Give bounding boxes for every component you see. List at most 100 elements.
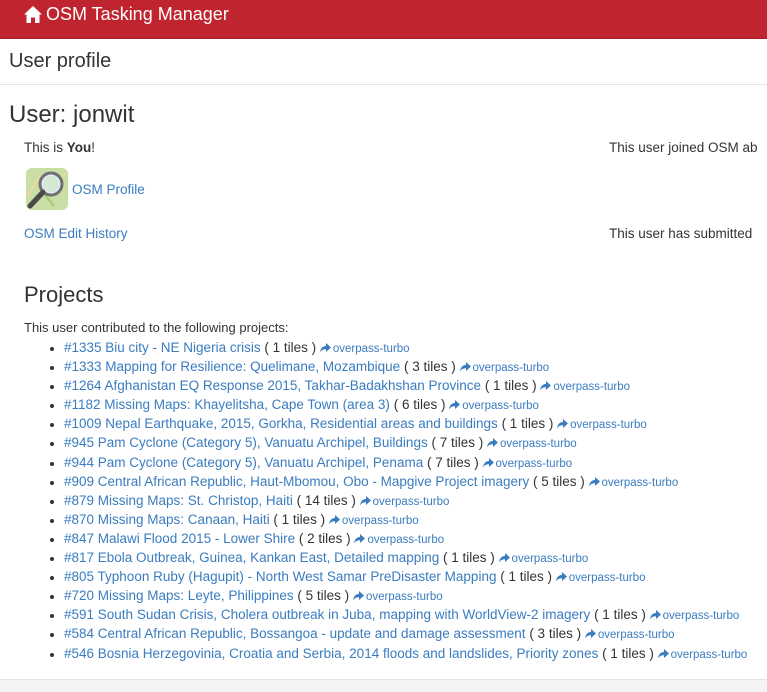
project-item: #1182 Missing Maps: Khayelitsha, Cape To… [64, 395, 747, 414]
overpass-turbo-link[interactable]: overpass-turbo [557, 419, 647, 431]
overpass-turbo-link[interactable]: overpass-turbo [555, 572, 646, 585]
brand-link[interactable]: OSM Tasking Manager [23, 3, 229, 25]
share-arrow-icon [540, 381, 552, 391]
overpass-turbo-link[interactable]: overpass-turbo [487, 438, 577, 450]
overpass-turbo-link[interactable]: overpass-turbo [459, 362, 549, 374]
project-link[interactable]: #945 Pam Cyclone (Category 5), Vanuatu A… [64, 435, 428, 450]
project-tiles-count: ( 7 tiles ) [431, 435, 484, 451]
page-title: User profile [9, 50, 112, 72]
project-link[interactable]: #1335 Biu city - NE Nigeria crisis [64, 340, 261, 355]
overpass-turbo-link[interactable]: overpass-turbo [352, 591, 443, 604]
project-tiles-count: ( 1 tiles ) [594, 607, 646, 623]
user-heading: User: jonwit [9, 101, 135, 128]
overpass-turbo-label: overpass-turbo [500, 438, 577, 451]
project-tiles-count: ( 1 tiles ) [264, 340, 317, 355]
project-link[interactable]: #1009 Nepal Earthquake, 2015, Gorkha, Re… [64, 416, 498, 431]
project-item: #546 Bosnia Herzegovinia, Croatia and Se… [64, 644, 747, 663]
share-arrow-icon [459, 362, 471, 372]
project-item: #870 Missing Maps: Canaan, Haiti ( 1 til… [64, 510, 747, 529]
overpass-turbo-label: overpass-turbo [553, 381, 631, 394]
project-tiles-count: ( 1 tiles ) [273, 511, 326, 527]
project-tiles-count: ( 5 tiles ) [297, 588, 350, 604]
project-link[interactable]: #1333 Mapping for Resilience: Quelimane,… [64, 359, 400, 374]
overpass-turbo-link[interactable]: overpass-turbo [649, 610, 740, 623]
overpass-turbo-label: overpass-turbo [511, 553, 589, 566]
overpass-turbo-link[interactable]: overpass-turbo [482, 457, 573, 470]
project-link[interactable]: #1182 Missing Maps: Khayelitsha, Cape To… [64, 397, 390, 412]
share-arrow-icon [352, 591, 364, 601]
overpass-turbo-label: overpass-turbo [495, 457, 573, 470]
overpass-turbo-label: overpass-turbo [365, 591, 443, 604]
osm-profile-link[interactable]: OSM Profile [72, 182, 145, 197]
osm-edit-history-link[interactable]: OSM Edit History [24, 226, 128, 241]
share-arrow-icon [649, 610, 661, 620]
overpass-turbo-link[interactable]: overpass-turbo [584, 629, 675, 641]
project-tiles-count: ( 1 tiles ) [602, 645, 654, 661]
overpass-turbo-label: overpass-turbo [670, 648, 748, 661]
divider [0, 84, 767, 85]
share-arrow-icon [555, 572, 567, 582]
project-item: #805 Typhoon Ruby (Hagupit) - North West… [64, 567, 747, 586]
share-arrow-icon [588, 476, 600, 487]
navbar: OSM Tasking Manager [0, 0, 767, 39]
this-is-prefix: This is [24, 140, 67, 155]
overpass-turbo-link[interactable]: overpass-turbo [319, 343, 410, 355]
share-arrow-icon [449, 400, 461, 410]
project-item: #1009 Nepal Earthquake, 2015, Gorkha, Re… [64, 414, 747, 433]
brand-label: OSM Tasking Manager [46, 4, 229, 24]
project-link[interactable]: #817 Ebola Outbreak, Guinea, Kankan East… [64, 550, 439, 565]
projects-intro: This user contributed to the following p… [24, 320, 289, 335]
projects-list: #1335 Biu city - NE Nigeria crisis ( 1 t… [24, 338, 747, 663]
overpass-turbo-label: overpass-turbo [372, 495, 450, 508]
project-link[interactable]: #1264 Afghanistan EQ Response 2015, Takh… [64, 378, 481, 393]
overpass-turbo-label: overpass-turbo [568, 572, 646, 585]
overpass-turbo-label: overpass-turbo [570, 419, 647, 432]
project-item: #909 Central African Republic, Haut-Mbom… [64, 472, 747, 491]
project-link[interactable]: #909 Central African Republic, Haut-Mbom… [64, 474, 529, 489]
share-arrow-icon [328, 514, 340, 525]
project-item: #945 Pam Cyclone (Category 5), Vanuatu A… [64, 433, 747, 452]
project-link[interactable]: #879 Missing Maps: St. Christop, Haiti [64, 493, 293, 508]
overpass-turbo-label: overpass-turbo [462, 400, 539, 413]
overpass-turbo-link[interactable]: overpass-turbo [328, 514, 419, 527]
projects-heading: Projects [24, 282, 104, 307]
this-is-you-text: This is You! [24, 140, 95, 155]
overpass-turbo-link[interactable]: overpass-turbo [540, 381, 630, 393]
osm-magnifier-logo-icon [26, 168, 68, 210]
project-link[interactable]: #805 Typhoon Ruby (Hagupit) - North West… [64, 569, 496, 584]
share-arrow-icon [498, 553, 510, 563]
overpass-turbo-link[interactable]: overpass-turbo [498, 553, 589, 566]
project-link[interactable]: #591 South Sudan Crisis, Cholera outbrea… [64, 607, 590, 622]
share-arrow-icon [319, 343, 331, 353]
share-arrow-icon [482, 457, 494, 468]
overpass-turbo-label: overpass-turbo [601, 476, 679, 489]
project-link[interactable]: #870 Missing Maps: Canaan, Haiti [64, 512, 270, 527]
project-link[interactable]: #584 Central African Republic, Bossangoa… [64, 626, 526, 641]
overpass-turbo-label: overpass-turbo [332, 343, 410, 355]
project-link[interactable]: #546 Bosnia Herzegovinia, Croatia and Se… [64, 646, 598, 661]
project-tiles-count: ( 5 tiles ) [532, 473, 585, 489]
project-tiles-count: ( 14 tiles ) [296, 492, 356, 508]
project-item: #944 Pam Cyclone (Category 5), Vanuatu A… [64, 453, 747, 472]
project-tiles-count: ( 3 tiles ) [403, 359, 456, 375]
project-link[interactable]: #720 Missing Maps: Leyte, Philippines [64, 588, 294, 603]
project-item: #847 Malawi Flood 2015 - Lower Shire ( 2… [64, 529, 747, 548]
overpass-turbo-label: overpass-turbo [662, 610, 740, 623]
overpass-turbo-link[interactable]: overpass-turbo [359, 495, 450, 508]
share-arrow-icon [584, 629, 596, 639]
overpass-turbo-label: overpass-turbo [341, 514, 419, 527]
overpass-turbo-link[interactable]: overpass-turbo [657, 648, 748, 661]
share-arrow-icon [354, 533, 366, 544]
project-item: #1264 Afghanistan EQ Response 2015, Takh… [64, 376, 747, 395]
project-tiles-count: ( 1 tiles ) [443, 550, 495, 566]
project-item: #584 Central African Republic, Bossangoa… [64, 624, 747, 643]
overpass-turbo-link[interactable]: overpass-turbo [449, 400, 539, 412]
project-link[interactable]: #847 Malawi Flood 2015 - Lower Shire [64, 531, 295, 546]
project-item: #720 Missing Maps: Leyte, Philippines ( … [64, 586, 747, 605]
project-link[interactable]: #944 Pam Cyclone (Category 5), Vanuatu A… [64, 455, 423, 470]
overpass-turbo-link[interactable]: overpass-turbo [354, 533, 444, 546]
overpass-turbo-link[interactable]: overpass-turbo [588, 476, 679, 489]
footer [0, 679, 767, 692]
project-item: #817 Ebola Outbreak, Guinea, Kankan East… [64, 548, 747, 567]
project-tiles-count: ( 1 tiles ) [484, 378, 537, 394]
